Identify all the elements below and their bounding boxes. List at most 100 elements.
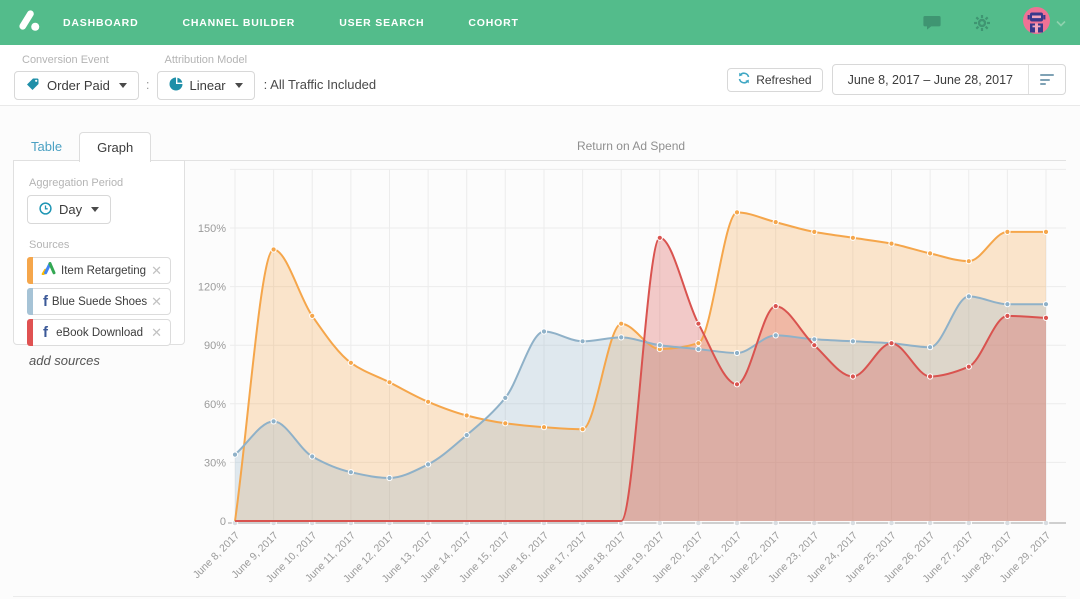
conversion-event-dropdown[interactable]: Order Paid [14,71,139,100]
account-chevron-down-icon[interactable] [1056,14,1066,32]
data-point[interactable] [1004,301,1011,308]
date-range-value[interactable]: June 8, 2017 – June 28, 2017 [833,73,1028,87]
gear-icon[interactable] [972,13,992,33]
data-point[interactable] [695,340,702,347]
app-logo-icon[interactable] [16,8,41,38]
data-point[interactable] [270,246,277,253]
data-point[interactable] [618,320,625,327]
remove-source-icon[interactable]: ✕ [151,295,162,308]
data-point[interactable] [347,359,354,366]
graph-options-panel: Aggregation Period Day Sources Item Reta… [13,160,185,368]
filters-toolbar: Conversion Event Order Paid : Attributio… [0,45,1080,106]
data-point[interactable] [927,250,934,257]
avatar[interactable] [1022,6,1051,40]
data-point[interactable] [502,394,509,401]
chart-title: Return on Ad Spend [576,139,686,153]
nav-dashboard[interactable]: DASHBOARD [63,17,138,29]
data-point[interactable] [965,363,972,370]
data-point[interactable] [927,344,934,351]
data-point[interactable] [1042,301,1050,308]
data-point[interactable] [733,349,741,357]
data-point[interactable] [463,412,470,419]
clock-icon [39,201,52,218]
chat-icon[interactable] [922,13,942,33]
data-point[interactable] [656,342,663,349]
svg-text:120%: 120% [198,282,226,294]
source-chip[interactable]: f Blue Suede Shoes ✕ [27,288,171,315]
chevron-down-icon [234,83,243,88]
sources-label: Sources [29,239,70,251]
data-point[interactable] [811,336,818,343]
source-chip[interactable]: Item Retargeting ✕ [27,257,171,284]
data-point[interactable] [927,373,934,380]
source-chip[interactable]: f eBook Download ✕ [27,319,171,346]
data-point[interactable] [965,258,972,265]
data-point[interactable] [386,379,393,386]
separator-colon: : [145,77,150,92]
data-point[interactable] [811,228,818,235]
adwords-icon [41,261,56,280]
chevron-down-icon [91,207,100,212]
data-point[interactable] [425,461,432,468]
tag-icon [26,77,40,94]
source-name: eBook Download [56,326,144,339]
remove-source-icon[interactable]: ✕ [151,264,162,277]
data-point[interactable] [425,398,432,405]
data-point[interactable] [772,219,779,226]
data-point[interactable] [309,453,316,460]
data-point[interactable] [309,312,316,319]
nav-cohort[interactable]: COHORT [468,17,518,29]
refreshed-button[interactable]: Refreshed [727,67,823,92]
refresh-icon [738,72,750,87]
conversion-event-label: Conversion Event [22,54,109,66]
data-point[interactable] [965,293,972,300]
chevron-down-icon [118,83,127,88]
aggregation-period-label: Aggregation Period [29,177,124,189]
attribution-model-dropdown[interactable]: Linear [156,71,255,100]
data-point[interactable] [733,381,741,388]
data-point[interactable] [656,234,663,241]
data-point[interactable] [1004,312,1011,319]
data-point[interactable] [463,432,470,439]
data-point[interactable] [579,426,586,433]
svg-text:30%: 30% [204,457,226,469]
date-range-picker[interactable]: June 8, 2017 – June 28, 2017 [831,64,1066,95]
svg-text:90%: 90% [204,340,226,352]
data-point[interactable] [386,474,393,482]
filter-lines-icon[interactable] [1029,74,1065,85]
data-point[interactable] [540,328,548,335]
data-point[interactable] [888,240,895,247]
data-point[interactable] [772,303,779,310]
pie-chart-icon [169,77,183,94]
data-point[interactable] [772,332,779,339]
data-point[interactable] [849,234,857,241]
data-point[interactable] [1042,314,1050,321]
data-point[interactable] [231,451,239,458]
tab-graph[interactable]: Graph [79,132,152,162]
nav-channel-builder[interactable]: CHANNEL BUILDER [182,17,295,29]
svg-text:60%: 60% [204,399,226,411]
series-color-bar [27,257,33,284]
data-point[interactable] [270,418,277,425]
add-sources-link[interactable]: add sources [29,353,171,368]
data-point[interactable] [849,338,857,345]
nav-user-search[interactable]: USER SEARCH [339,17,424,29]
data-point[interactable] [811,342,818,349]
data-point[interactable] [1004,228,1011,235]
data-point[interactable] [618,334,625,341]
source-name: Blue Suede Shoes [51,295,148,308]
remove-source-icon[interactable]: ✕ [151,326,162,339]
aggregation-period-dropdown[interactable]: Day [27,195,112,224]
data-point[interactable] [347,469,354,476]
data-point[interactable] [695,346,702,353]
data-point[interactable] [579,338,586,345]
tab-table[interactable]: Table [14,132,79,162]
data-point[interactable] [502,420,509,427]
data-point[interactable] [733,209,741,216]
data-point[interactable] [695,320,702,327]
data-point[interactable] [540,424,548,431]
data-point[interactable] [888,340,895,347]
data-point[interactable] [1042,228,1050,235]
view-tabs: Table Graph [14,132,152,162]
data-point[interactable] [849,373,857,380]
